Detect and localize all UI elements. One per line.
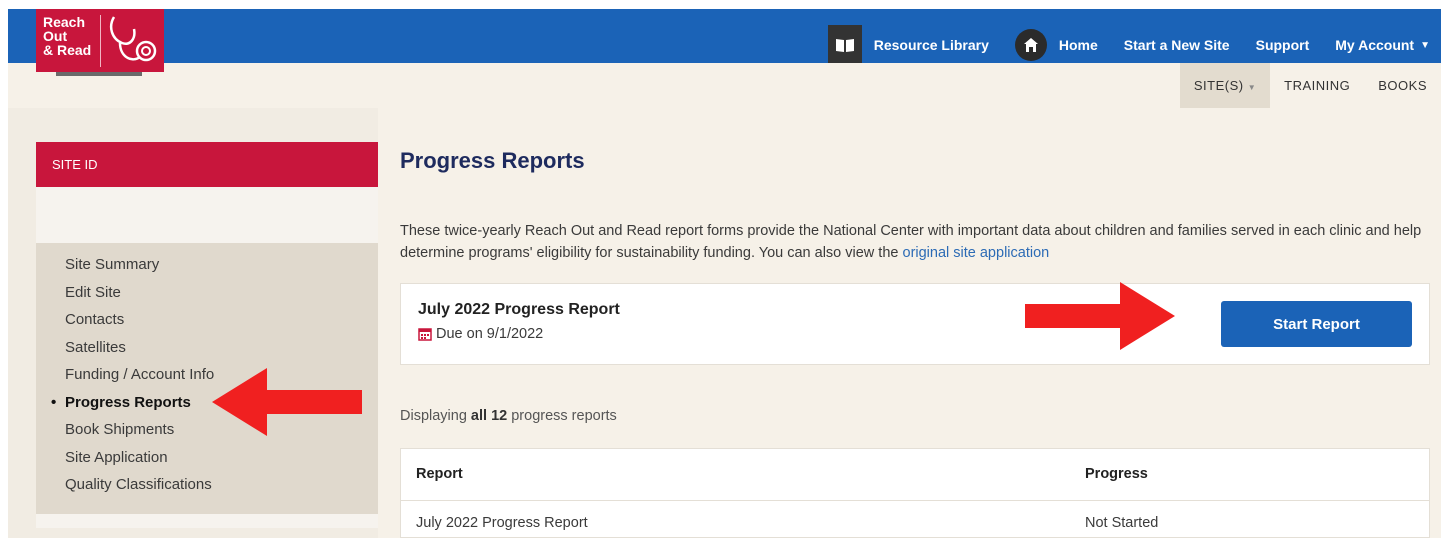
column-header-progress: Progress [1085,466,1148,482]
current-report-card: July 2022 Progress Report Due on 9/1/202… [400,283,1430,365]
resource-library-link[interactable]: Resource Library [827,25,989,65]
report-name-cell: July 2022 Progress Report [416,515,588,531]
tab-training[interactable]: TRAINING [1270,63,1364,108]
my-account-label: My Account [1335,37,1415,53]
my-account-menu[interactable]: My Account ▼ [1335,37,1430,53]
support-link[interactable]: Support [1256,37,1310,53]
chevron-down-icon: ▼ [1247,83,1257,92]
arrow-right-annotation [1025,282,1175,350]
table-header: Report Progress [401,449,1429,501]
current-report-title: July 2022 Progress Report [418,301,620,318]
calendar-icon [418,328,432,341]
stethoscope-icon [110,16,157,62]
sidebar-footer [36,514,378,528]
secondary-nav: SITE(S) ▼ TRAINING BOOKS [1179,63,1441,108]
sidebar-item-site-application[interactable]: Site Application [65,447,214,475]
start-report-button[interactable]: Start Report [1221,301,1412,347]
sidebar-item-satellites[interactable]: Satellites [65,337,214,365]
site-id-value [36,187,378,243]
tab-books[interactable]: BOOKS [1364,63,1441,108]
home-link[interactable]: Home [1014,29,1098,61]
sidebar-item-book-shipments[interactable]: Book Shipments [65,419,214,447]
chevron-down-icon: ▼ [1420,39,1430,51]
displaying-count: Displaying all 12 progress reports [400,408,617,424]
intro-text: These twice-yearly Reach Out and Read re… [400,223,1422,261]
sidebar-item-edit-site[interactable]: Edit Site [65,282,214,310]
column-header-report: Report [416,466,463,482]
table-row[interactable]: July 2022 Progress Report Not Started [401,500,1429,540]
resource-library-label: Resource Library [873,37,989,53]
due-date: Due on 9/1/2022 [418,326,543,342]
tab-sites[interactable]: SITE(S) ▼ [1179,63,1271,108]
sidebar-item-funding[interactable]: Funding / Account Info [65,364,214,392]
sidebar-item-quality-classifications[interactable]: Quality Classifications [65,474,214,502]
home-icon [1014,29,1047,61]
progress-status-cell: Not Started [1085,515,1159,531]
sidebar-item-site-summary[interactable]: Site Summary [65,254,214,282]
progress-reports-table: Report Progress July 2022 Progress Repor… [400,448,1430,538]
logo-shadow [56,72,142,76]
book-icon [827,25,862,65]
top-navigation-bar: Resource Library Home Start a New Site S… [8,9,1441,65]
logo-divider [100,15,101,67]
start-new-site-link[interactable]: Start a New Site [1124,37,1230,53]
arrow-left-annotation [212,368,362,436]
sidebar-item-progress-reports[interactable]: Progress Reports [51,392,214,420]
reach-out-and-read-logo[interactable]: Reach Out & Read [36,9,164,72]
logo-text: Reach Out & Read [43,14,92,58]
original-site-application-link[interactable]: original site application [903,245,1050,261]
page-title: Progress Reports [400,148,585,173]
sidebar-item-contacts[interactable]: Contacts [65,309,214,337]
site-id-header: SITE ID [36,142,378,187]
home-label: Home [1058,37,1098,53]
secondary-nav-bar: SITE(S) ▼ TRAINING BOOKS [8,63,1441,108]
